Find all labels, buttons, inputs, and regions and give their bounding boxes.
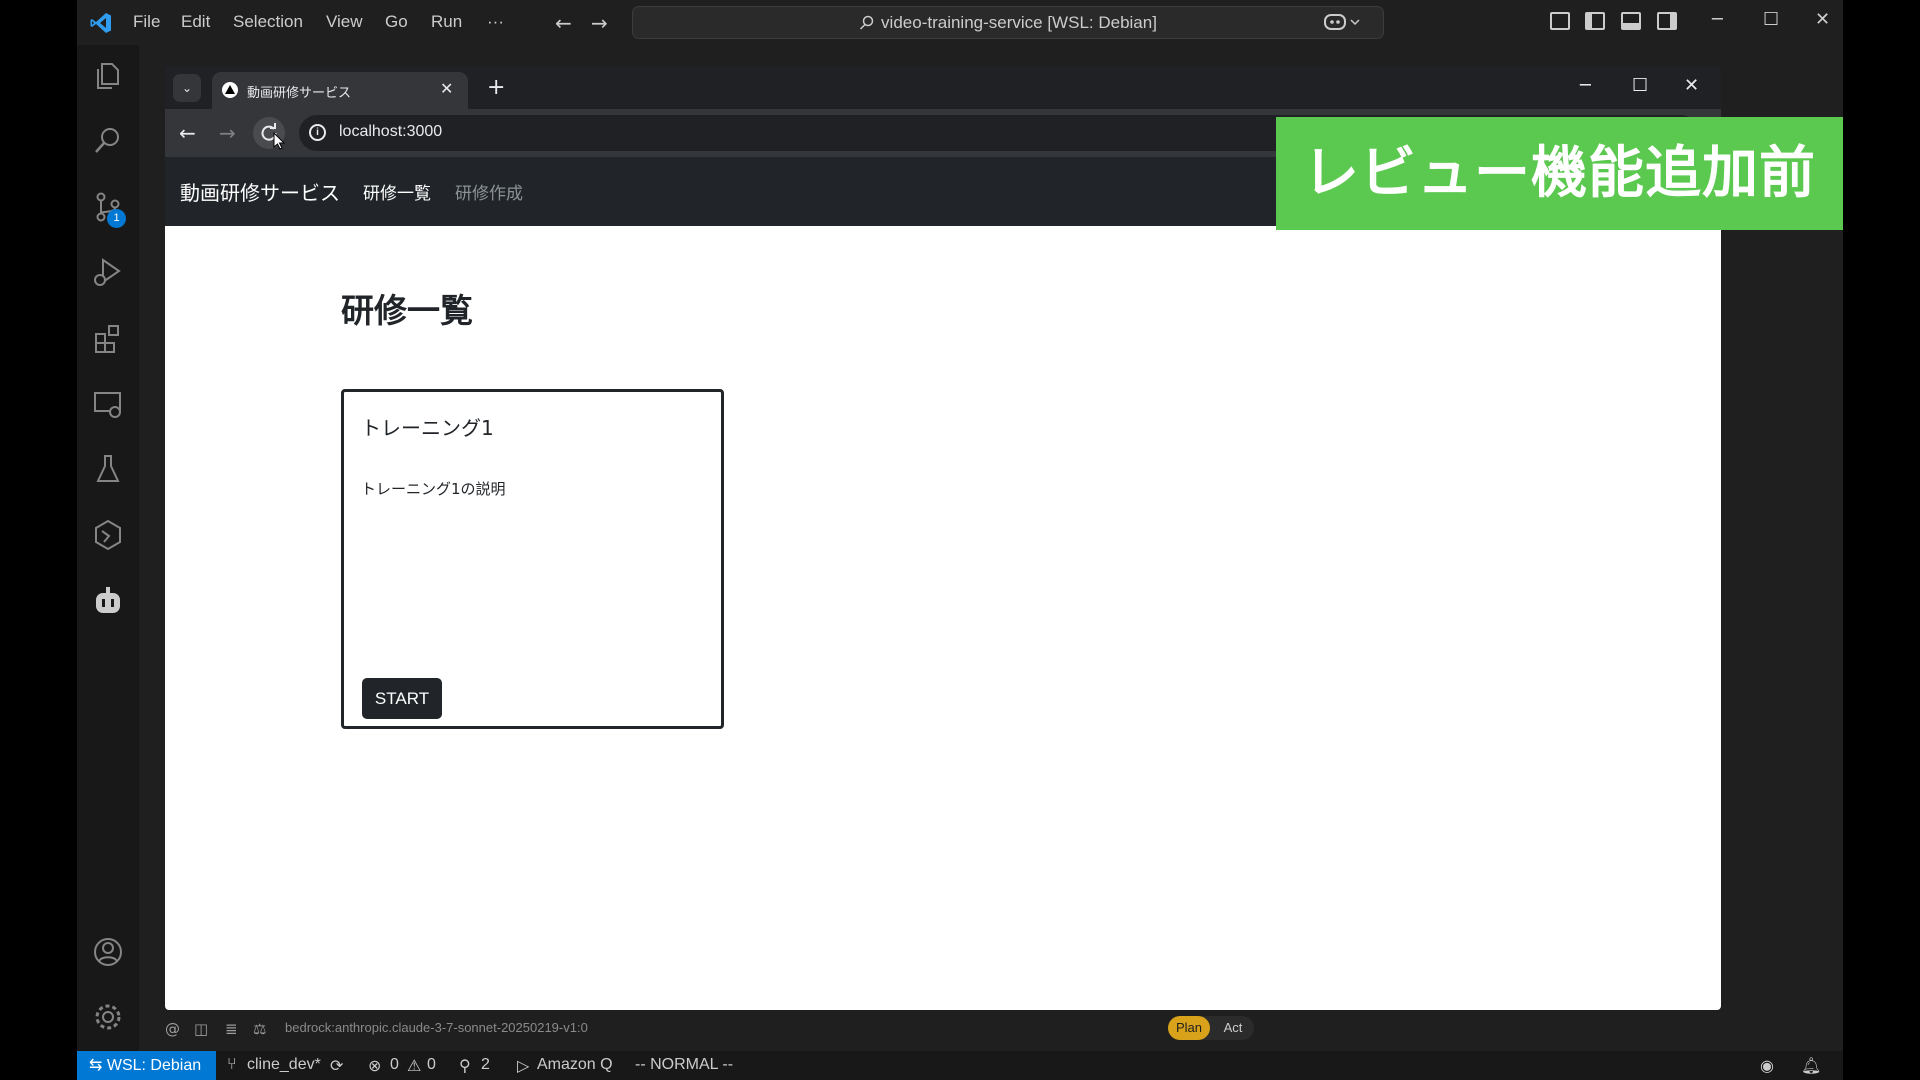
card-title: トレーニング1 bbox=[361, 416, 494, 440]
remote-indicator[interactable]: ⇆ WSL: Debian bbox=[77, 1051, 216, 1080]
tab-search-chevron-icon[interactable]: ⌄ bbox=[173, 74, 201, 102]
training-card: トレーニング1 トレーニング1の説明 START bbox=[341, 389, 724, 729]
search-icon[interactable] bbox=[91, 124, 125, 158]
copilot-icon[interactable] bbox=[1323, 11, 1363, 33]
remote-icon: ⇆ bbox=[89, 1057, 107, 1074]
branch-icon: ⑂ bbox=[227, 1056, 237, 1073]
card-description: トレーニング1の説明 bbox=[361, 480, 506, 498]
screen: File Edit Selection View Go Run ··· ← → … bbox=[0, 0, 1920, 1080]
address-url: localhost:3000 bbox=[339, 123, 443, 140]
play-icon: ▷ bbox=[517, 1058, 530, 1075]
new-tab-icon[interactable]: + bbox=[487, 75, 505, 100]
mouse-cursor-icon bbox=[273, 132, 285, 150]
maximize-icon[interactable]: ☐ bbox=[1763, 9, 1779, 30]
start-button[interactable]: START bbox=[362, 678, 442, 719]
model-icon: ⚖ bbox=[253, 1020, 267, 1038]
cline-robot-icon[interactable] bbox=[91, 584, 125, 618]
extensions-icon[interactable] bbox=[91, 321, 125, 355]
back-arrow-icon[interactable]: ← bbox=[555, 11, 572, 35]
ports-icon: ⚲ bbox=[459, 1058, 471, 1075]
run-debug-icon[interactable] bbox=[91, 255, 125, 289]
tab-title: 動画研修サービス bbox=[247, 86, 352, 101]
favicon-icon bbox=[222, 82, 238, 98]
caption-banner: レビュー機能追加前 bbox=[1276, 117, 1843, 230]
browser-close-icon[interactable]: ✕ bbox=[1684, 75, 1699, 96]
error-count[interactable]: 0 bbox=[390, 1056, 399, 1074]
status-bar: ⇆ WSL: Debian ⑂ cline_dev* ⟳ ⊗ 0 ⚠ 0 ⚲ 2… bbox=[77, 1051, 1843, 1080]
notifications-bell-icon[interactable]: 🔔︎ bbox=[1801, 1056, 1821, 1076]
cline-input-toolbar: @ ◫ ≣ ⚖ bedrock:anthropic.claude-3-7-son… bbox=[165, 1012, 1265, 1044]
command-center[interactable]: video-training-service [WSL: Debian] bbox=[632, 6, 1384, 39]
tab-close-icon[interactable]: ✕ bbox=[440, 79, 453, 98]
server-icon[interactable]: ≣ bbox=[225, 1020, 238, 1038]
tab-strip: ⌄ 動画研修サービス ✕ + ─ ☐ ✕ bbox=[165, 66, 1721, 109]
settings-gear-icon[interactable] bbox=[91, 1000, 125, 1034]
site-info-icon[interactable]: i bbox=[309, 124, 326, 141]
account-icon[interactable] bbox=[91, 935, 125, 969]
plan-act-toggle[interactable]: Plan Act bbox=[1168, 1016, 1254, 1040]
browser-maximize-icon[interactable]: ☐ bbox=[1632, 75, 1648, 96]
menu-go[interactable]: Go bbox=[385, 12, 408, 32]
sync-icon[interactable]: ⟳ bbox=[330, 1056, 343, 1076]
copilot-status-icon[interactable]: ◉ bbox=[1760, 1056, 1774, 1076]
navbar-brand[interactable]: 動画研修サービス bbox=[180, 177, 340, 206]
toggle-panel-icon[interactable] bbox=[1621, 12, 1641, 30]
source-control-badge: 1 bbox=[107, 209, 126, 228]
error-icon: ⊗ bbox=[368, 1058, 382, 1075]
close-icon[interactable]: ✕ bbox=[1815, 9, 1830, 30]
browser-tab[interactable]: 動画研修サービス ✕ bbox=[212, 72, 468, 109]
menu-view[interactable]: View bbox=[326, 12, 363, 32]
browser-minimize-icon[interactable]: ─ bbox=[1580, 75, 1591, 96]
model-selector[interactable]: bedrock:anthropic.claude-3-7-sonnet-2025… bbox=[285, 1020, 588, 1035]
kubernetes-icon[interactable] bbox=[91, 518, 125, 552]
warning-icon: ⚠ bbox=[407, 1058, 422, 1075]
remote-explorer-icon[interactable] bbox=[91, 387, 125, 421]
minimize-icon[interactable]: ─ bbox=[1712, 9, 1723, 30]
act-mode-button[interactable]: Act bbox=[1214, 1016, 1252, 1040]
remote-label: WSL: Debian bbox=[106, 1057, 202, 1074]
forward-arrow-icon[interactable]: → bbox=[591, 11, 608, 35]
browser-back-icon[interactable]: ← bbox=[179, 121, 196, 145]
activity-bar: 1 bbox=[77, 45, 139, 1051]
search-icon bbox=[860, 15, 874, 30]
web-page: 動画研修サービス 研修一覧 研修作成 研修一覧 トレーニング1 トレーニング1の… bbox=[165, 157, 1721, 1010]
explorer-icon[interactable] bbox=[91, 59, 125, 93]
ports-count[interactable]: 2 bbox=[481, 1056, 490, 1074]
toggle-secondary-sidebar-icon[interactable] bbox=[1657, 12, 1677, 30]
title-bar: File Edit Selection View Go Run ··· ← → … bbox=[77, 0, 1843, 45]
mention-icon[interactable]: @ bbox=[165, 1020, 180, 1038]
menu-run[interactable]: Run bbox=[431, 12, 462, 32]
page-title: 研修一覧 bbox=[341, 291, 473, 330]
customize-layout-icon[interactable] bbox=[1550, 12, 1570, 30]
nav-training-list[interactable]: 研修一覧 bbox=[363, 179, 431, 204]
warning-count[interactable]: 0 bbox=[427, 1056, 436, 1074]
amazon-q-status[interactable]: Amazon Q bbox=[537, 1056, 613, 1074]
menu-file[interactable]: File bbox=[133, 12, 160, 32]
menu-selection[interactable]: Selection bbox=[233, 12, 303, 32]
menu-edit[interactable]: Edit bbox=[181, 12, 210, 32]
vscode-logo-icon bbox=[90, 13, 111, 33]
nav-training-create[interactable]: 研修作成 bbox=[455, 179, 523, 204]
browser-forward-icon[interactable]: → bbox=[219, 121, 236, 145]
plan-mode-button[interactable]: Plan bbox=[1168, 1016, 1210, 1040]
toggle-primary-sidebar-icon[interactable] bbox=[1585, 12, 1605, 30]
branch-name[interactable]: cline_dev* bbox=[247, 1056, 321, 1074]
camera-icon[interactable]: ◫ bbox=[194, 1020, 208, 1038]
menu-more[interactable]: ··· bbox=[487, 12, 504, 32]
command-center-label: video-training-service [WSL: Debian] bbox=[881, 13, 1157, 32]
vim-mode: -- NORMAL -- bbox=[635, 1056, 734, 1073]
testing-icon[interactable] bbox=[91, 452, 125, 486]
